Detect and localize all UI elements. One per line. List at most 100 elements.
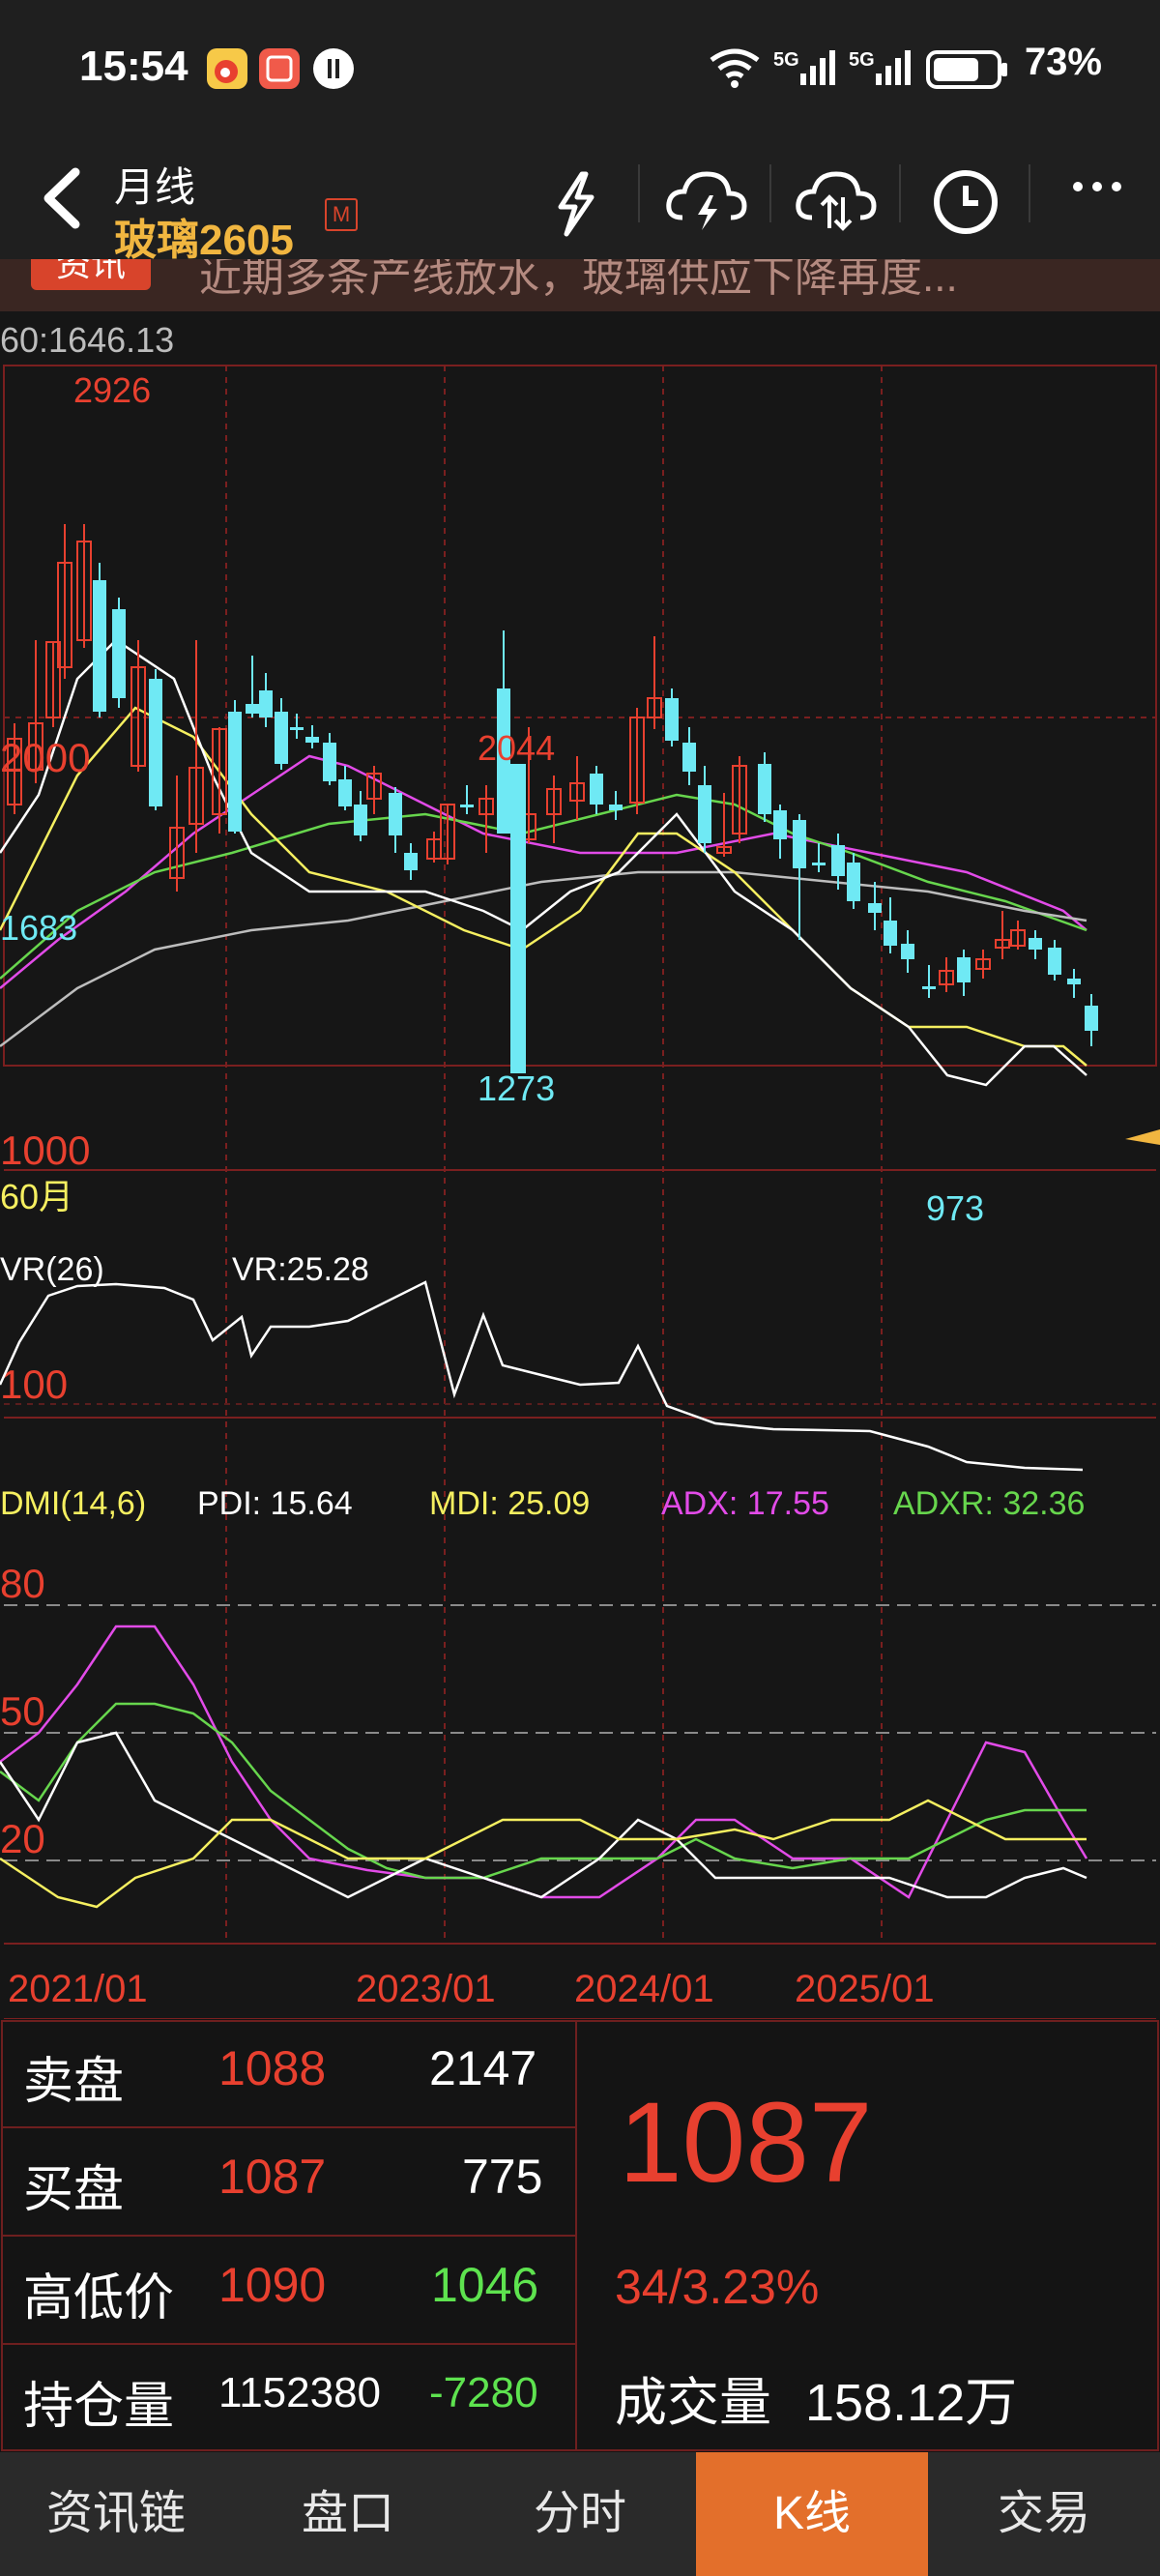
- candle-body: [1029, 938, 1042, 950]
- tab-intraday[interactable]: 分时: [464, 2452, 696, 2576]
- ma20-line: [0, 754, 1088, 989]
- sell-price[interactable]: 1088: [218, 2040, 326, 2096]
- dmi-level-80: 80: [0, 1561, 45, 1606]
- header-divider: [769, 164, 771, 222]
- dmi-level-20: 20: [0, 1816, 45, 1861]
- buy-price[interactable]: 1087: [218, 2149, 326, 2205]
- dmi-pdi: PDI: 15.64: [197, 1485, 353, 1522]
- dmi-mdi: MDI: 25.09: [429, 1485, 590, 1522]
- candle-body: [682, 743, 696, 772]
- svg-text:5G: 5G: [849, 49, 875, 71]
- svg-text:5G: 5G: [773, 49, 799, 71]
- kline-chart[interactable]: 60:1646.13 2926 2044 2000 1683 1273 1000…: [0, 311, 1160, 2019]
- dmi-lines: [0, 1625, 1088, 1909]
- news-ticker[interactable]: 资讯 近期多条产线放水，玻璃供应下降再度...: [0, 259, 1160, 311]
- candle-body: [957, 957, 971, 982]
- candle-body: [510, 764, 526, 1073]
- tab-kline[interactable]: K线: [696, 2452, 928, 2576]
- wifi-icon: [706, 44, 764, 94]
- candle-body: [149, 679, 162, 806]
- current-price-marker: [1125, 1129, 1160, 1145]
- candle-body: [1067, 979, 1081, 984]
- open-interest-value: 1152380: [218, 2369, 382, 2416]
- news-headline[interactable]: 近期多条产线放水，玻璃供应下降再度...: [199, 259, 958, 304]
- ma60-line: [0, 870, 1088, 1047]
- dmi-level-50: 50: [0, 1688, 45, 1734]
- cloud-sync-icon[interactable]: [783, 145, 889, 259]
- dmi-adxr: ADXR: 32.36: [893, 1485, 1085, 1522]
- candle-body: [404, 853, 418, 870]
- mdi-line: [0, 1625, 1088, 1899]
- candle-body: [665, 698, 679, 741]
- open-interest-label: 持仓量: [23, 2379, 175, 2435]
- volume-row: 成交量 158.12万: [615, 2359, 1017, 2436]
- price-973-label: 973: [926, 1188, 984, 1228]
- main-contract-badge: M: [325, 198, 358, 231]
- candle-body: [590, 774, 603, 805]
- candle-body: [290, 727, 304, 730]
- price-change: 34/3.23%: [615, 2260, 820, 2314]
- axis-2000-label: 2000: [0, 735, 90, 780]
- vr-level-100: 100: [0, 1361, 68, 1407]
- candle-body: [228, 712, 242, 832]
- candle-body: [389, 793, 402, 835]
- candle-body: [338, 779, 352, 806]
- vr-value: VR:25.28: [232, 1251, 369, 1288]
- volume-value: 158.12万: [805, 2374, 1018, 2432]
- candle-body: [901, 944, 914, 959]
- tab-trade[interactable]: 交易: [928, 2452, 1160, 2576]
- candle-body: [698, 785, 711, 843]
- sell-label: 卖盘: [23, 2054, 125, 2110]
- back-button[interactable]: [27, 155, 95, 242]
- candle-body: [847, 863, 860, 901]
- weibo-icon: [207, 48, 247, 89]
- ma40-line: [0, 793, 1088, 980]
- last-price: 1087: [619, 2079, 873, 2207]
- lightning-icon[interactable]: [522, 145, 628, 259]
- more-icon[interactable]: [1044, 145, 1150, 259]
- x-label-2025: 2025/01: [795, 1968, 935, 2010]
- buy-label: 买盘: [23, 2162, 125, 2218]
- clock-icon[interactable]: [913, 145, 1019, 259]
- header-divider: [1029, 164, 1030, 222]
- contract-name[interactable]: 玻璃2605: [114, 205, 294, 267]
- news-tag: 资讯: [31, 259, 151, 290]
- adxr-line: [0, 1702, 1087, 1880]
- tab-news-chain[interactable]: 资讯链: [0, 2452, 232, 2576]
- mdi-aux-line: [0, 1799, 1087, 1909]
- candle-body: [246, 704, 259, 714]
- signal-5g-icon: 5G 5G: [773, 44, 938, 94]
- candle-body: [275, 712, 288, 764]
- candle-body: [1048, 948, 1061, 975]
- cloud-lightning-icon[interactable]: [653, 145, 760, 259]
- candlesticks: [7, 524, 1098, 1073]
- high-low-label: 高低价: [23, 2270, 175, 2327]
- sell-volume: 2147: [429, 2041, 537, 2095]
- axis-1683-label: 1683: [0, 908, 77, 948]
- candle-body: [868, 903, 882, 913]
- battery-icon: [926, 50, 1009, 94]
- header-divider: [899, 164, 901, 222]
- battery-percent: 73%: [1024, 41, 1102, 83]
- candle-body: [460, 805, 474, 807]
- axis-1000-label: 1000: [0, 1127, 90, 1173]
- candle-body: [354, 805, 367, 835]
- dmi-adx: ADX: 17.55: [661, 1485, 829, 1522]
- vr-line: [0, 1280, 1084, 1472]
- vr-label: VR(26): [0, 1251, 104, 1288]
- candle-body: [323, 743, 336, 781]
- tab-order-book[interactable]: 盘口: [232, 2452, 464, 2576]
- open-interest-change: -7280: [429, 2369, 538, 2416]
- low-price: 1046: [431, 2258, 539, 2312]
- candle-body: [93, 580, 106, 712]
- volume-label: 成交量: [615, 2374, 771, 2432]
- ma-period-label: 60月: [0, 1177, 73, 1216]
- candle-body: [922, 986, 936, 989]
- dark-app-icon: [313, 48, 354, 89]
- price-high-label: 2926: [73, 370, 151, 410]
- candle-body: [112, 609, 126, 698]
- candle-body: [609, 805, 623, 810]
- candle-body: [1085, 1006, 1098, 1031]
- header-divider: [638, 164, 640, 222]
- app-icon: [259, 48, 300, 89]
